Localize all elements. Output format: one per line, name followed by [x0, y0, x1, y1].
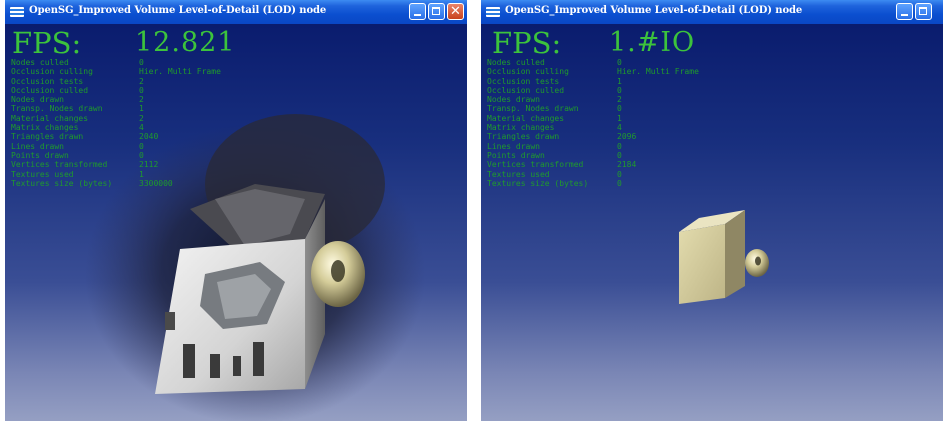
stat-label: Triangles drawn: [487, 132, 560, 142]
render-viewport[interactable]: FPS: 1.#IO Nodes culled 0 Occlusion culli…: [481, 24, 943, 421]
stat-label: Triangles drawn: [11, 132, 84, 142]
stat-label: Transp. Nodes drawn: [11, 104, 103, 114]
close-icon: ✕: [450, 4, 461, 19]
render-viewport[interactable]: FPS: 12.821 Nodes culled 0 Occlusion cull…: [5, 24, 467, 421]
stat-label: Material changes: [11, 113, 89, 123]
stat-label: Textures size (bytes): [11, 178, 113, 188]
opensg-window-left: OpenSG_Improved Volume Level-of-Detail (…: [5, 0, 467, 421]
window-title: OpenSG_Improved Volume Level-of-Detail (…: [505, 5, 803, 16]
maximize-button[interactable]: [428, 3, 445, 20]
stat-value: 2096: [617, 132, 637, 142]
stat-label: Lines drawn: [11, 141, 64, 151]
stat-value: 1: [139, 104, 144, 114]
stat-value: 0: [617, 169, 622, 179]
stat-label: Textures used: [11, 169, 74, 179]
stat-label: Occlusion tests: [487, 76, 560, 86]
fps-value: 12.821: [135, 27, 236, 58]
stat-value: 0: [617, 150, 622, 160]
stat-value: 0: [617, 178, 622, 188]
stat-value: 0: [139, 58, 144, 67]
stat-value: 1: [139, 169, 144, 179]
stat-label: Matrix changes: [11, 123, 79, 133]
stat-value: 2184: [617, 160, 637, 170]
stat-label: Occlusion culling: [11, 67, 93, 77]
fps-label: FPS:: [12, 26, 82, 60]
stat-label: Nodes drawn: [11, 95, 64, 105]
stats-overlay: FPS: 1.#IO Nodes culled 0 Occlusion culli…: [481, 24, 943, 421]
stat-value: Hier. Multi Frame: [139, 67, 221, 77]
stat-label: Nodes culled: [487, 58, 545, 67]
stat-value: 2: [139, 95, 144, 105]
stat-label: Points drawn: [11, 150, 69, 160]
stat-label: Vertices transformed: [487, 160, 584, 170]
stat-label: Nodes drawn: [487, 95, 540, 105]
title-bar[interactable]: OpenSG_Improved Volume Level-of-Detail (…: [481, 0, 943, 24]
minimize-button[interactable]: [896, 3, 913, 20]
stat-label: Occlusion culled: [487, 85, 565, 95]
stat-value: 3300000: [139, 178, 173, 188]
stat-value: 0: [139, 150, 144, 160]
stat-label: Occlusion tests: [11, 76, 84, 86]
maximize-button[interactable]: [915, 3, 932, 20]
stat-value: 0: [139, 141, 144, 151]
stat-value: 0: [617, 104, 622, 114]
stat-label: Matrix changes: [487, 123, 555, 133]
stat-value: 2: [139, 113, 144, 123]
stat-label: Vertices transformed: [11, 160, 108, 170]
opensg-window-right: OpenSG_Improved Volume Level-of-Detail (…: [481, 0, 943, 421]
stat-label: Textures size (bytes): [487, 178, 589, 188]
stat-label: Points drawn: [487, 150, 545, 160]
app-window-icon: [486, 7, 500, 17]
fps-label: FPS:: [492, 26, 562, 60]
fps-value: 1.#IO: [609, 27, 696, 58]
stat-label: Nodes culled: [11, 58, 69, 67]
stat-label: Occlusion culling: [487, 67, 569, 77]
stat-value: 4: [139, 123, 144, 133]
stat-value: 0: [139, 85, 144, 95]
maximize-icon: [432, 7, 440, 15]
title-bar[interactable]: OpenSG_Improved Volume Level-of-Detail (…: [5, 0, 467, 24]
close-button[interactable]: ✕: [447, 3, 464, 20]
stats-overlay: FPS: 12.821 Nodes culled 0 Occlusion cull…: [5, 24, 467, 421]
stat-label: Lines drawn: [487, 141, 540, 151]
maximize-icon: [919, 7, 927, 15]
stat-label: Occlusion culled: [11, 85, 89, 95]
stat-value: 0: [617, 141, 622, 151]
stat-value: 0: [617, 58, 622, 67]
stat-label: Textures used: [487, 169, 550, 179]
minimize-icon: [901, 14, 908, 16]
stat-label: Transp. Nodes drawn: [487, 104, 579, 114]
stat-value: 2: [139, 76, 144, 86]
stat-label: Material changes: [487, 113, 565, 123]
minimize-button[interactable]: [409, 3, 426, 20]
stat-value: 0: [617, 85, 622, 95]
stat-value: 1: [617, 76, 622, 86]
stat-value: 2: [617, 95, 622, 105]
stat-value: Hier. Multi Frame: [617, 67, 699, 77]
stat-value: 2112: [139, 160, 159, 170]
stat-value: 4: [617, 123, 622, 133]
minimize-icon: [414, 14, 421, 16]
window-title: OpenSG_Improved Volume Level-of-Detail (…: [29, 5, 327, 16]
app-window-icon: [10, 7, 24, 17]
stat-value: 1: [617, 113, 622, 123]
stat-value: 2040: [139, 132, 159, 142]
